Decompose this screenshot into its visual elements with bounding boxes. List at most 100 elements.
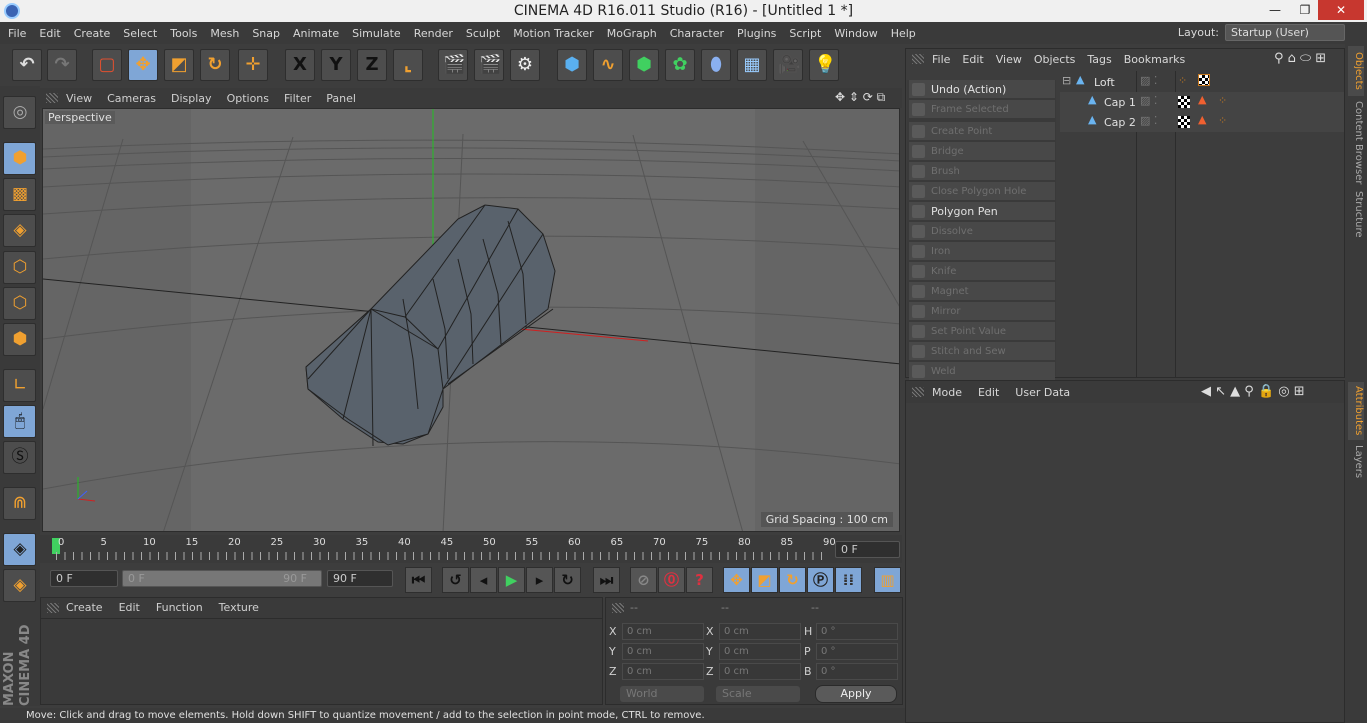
tab-content-browser[interactable]: Content Browser	[1348, 99, 1364, 187]
close-button[interactable]: ✕	[1318, 0, 1364, 20]
tab-objects[interactable]: Objects	[1348, 46, 1364, 96]
menu-animate[interactable]: Animate	[293, 27, 339, 40]
menu-mograph[interactable]: MoGraph	[607, 27, 657, 40]
viewport-menu-panel[interactable]: Panel	[326, 92, 356, 105]
panel-grip[interactable]	[912, 54, 924, 64]
solo-button[interactable]: Ⓢ	[3, 441, 36, 474]
visibility-toggle[interactable]: ▨ ⁚	[1140, 114, 1157, 127]
attr-menu-edit[interactable]: Edit	[978, 386, 999, 399]
record-parameter-button[interactable]: Ⓟ	[807, 567, 834, 593]
coord-value-field[interactable]: 0 cm	[622, 663, 704, 680]
deformer-button[interactable]: ⬮	[701, 49, 731, 81]
recent-tool[interactable]: ✛	[238, 49, 268, 81]
command-magnet[interactable]: Magnet	[909, 282, 1055, 301]
undo-button[interactable]: ↶	[12, 49, 42, 81]
material-menu-edit[interactable]: Edit	[119, 601, 140, 614]
material-tag-icon[interactable]	[1178, 96, 1190, 108]
array-button[interactable]: ✿	[665, 49, 695, 81]
menu-window[interactable]: Window	[834, 27, 877, 40]
go-to-end-button[interactable]: ⏭	[593, 567, 620, 593]
timeline-window-button[interactable]: ▥	[874, 567, 901, 593]
coord-value-field[interactable]: 0 cm	[719, 623, 801, 640]
previous-key-button[interactable]: ↺	[442, 567, 469, 593]
panel-grip[interactable]	[46, 93, 58, 103]
minimize-button[interactable]: —	[1260, 0, 1290, 20]
z-axis-lock[interactable]: Z	[357, 49, 387, 81]
attribute-nav-icons[interactable]: ◀ ↖ ▲ ⚲ 🔒 ◎ ⊞	[1201, 384, 1305, 399]
x-axis-lock[interactable]: X	[285, 49, 315, 81]
restore-button[interactable]: ❐	[1290, 0, 1320, 20]
phong-tag-icon[interactable]: ⁘	[1218, 114, 1227, 127]
planar-workplane-button[interactable]: ◈	[3, 569, 36, 602]
record-rotation-button[interactable]: ↻	[779, 567, 806, 593]
next-frame-button[interactable]: ▸	[526, 567, 553, 593]
panel-grip[interactable]	[47, 603, 59, 613]
object-menu-objects[interactable]: Objects	[1034, 53, 1076, 66]
command-stitch-and-sew[interactable]: Stitch and Sew	[909, 342, 1055, 361]
viewport-menu-display[interactable]: Display	[171, 92, 212, 105]
menu-simulate[interactable]: Simulate	[352, 27, 401, 40]
rotate-tool[interactable]: ↻	[200, 49, 230, 81]
snap-button[interactable]: ⋒	[3, 487, 36, 520]
coord-value-field[interactable]: 0 cm	[719, 663, 801, 680]
render-settings-button[interactable]: ⚙	[510, 49, 540, 81]
coordinate-system-button[interactable]: ⌞	[393, 49, 423, 81]
next-key-button[interactable]: ↻	[554, 567, 581, 593]
viewport-navigation-icons[interactable]: ✥ ⇕ ⟳ ⧉	[835, 90, 885, 105]
light-button[interactable]: 💡	[809, 49, 839, 81]
command-knife[interactable]: Knife	[909, 262, 1055, 281]
camera-button[interactable]: 🎥	[773, 49, 803, 81]
object-manager-icons[interactable]: ⚲ ⌂ ⬭ ⊞	[1274, 51, 1326, 66]
record-position-button[interactable]: ✥	[723, 567, 750, 593]
menu-sculpt[interactable]: Sculpt	[466, 27, 500, 40]
render-view-button[interactable]: 🎬	[438, 49, 468, 81]
command-frame-selected-elements[interactable]: Frame Selected Elements	[909, 100, 1055, 134]
command-bridge[interactable]: Bridge	[909, 142, 1055, 161]
command-brush[interactable]: Brush	[909, 162, 1055, 181]
coord-value-field[interactable]: 0 °	[816, 643, 898, 660]
go-to-start-button[interactable]: ⏮	[405, 567, 432, 593]
live-selection-tool[interactable]: ▢	[92, 49, 122, 81]
coord-value-field[interactable]: 0 cm	[622, 643, 704, 660]
edges-mode-button[interactable]: ⬡	[3, 287, 36, 320]
model-mode-button[interactable]: ⬢	[3, 142, 36, 175]
coord-value-field[interactable]: 0 cm	[719, 643, 801, 660]
viewport-menu-options[interactable]: Options	[227, 92, 269, 105]
selection-tag-icon[interactable]: ▲	[1198, 93, 1206, 106]
tab-attributes[interactable]: Attributes	[1348, 382, 1364, 440]
apply-button[interactable]: Apply	[815, 685, 897, 703]
viewport-menu-view[interactable]: View	[66, 92, 92, 105]
object-menu-bookmarks[interactable]: Bookmarks	[1124, 53, 1185, 66]
menu-character[interactable]: Character	[670, 27, 724, 40]
tweak-mode-button[interactable]: 🖱	[3, 405, 36, 438]
axis-mode-button[interactable]: ∟	[3, 369, 36, 402]
command-iron[interactable]: Iron	[909, 242, 1055, 261]
material-tag-icon[interactable]	[1198, 74, 1210, 86]
menu-plugins[interactable]: Plugins	[737, 27, 776, 40]
menu-snap[interactable]: Snap	[252, 27, 280, 40]
command-create-point[interactable]: Create Point	[909, 122, 1055, 141]
visibility-toggle[interactable]: ▨ ⁚	[1140, 74, 1157, 87]
move-tool[interactable]: ✥	[128, 49, 158, 81]
material-tag-icon[interactable]	[1178, 116, 1190, 128]
command-dissolve[interactable]: Dissolve	[909, 222, 1055, 241]
command-set-point-value[interactable]: Set Point Value	[909, 322, 1055, 341]
frame-range-slider[interactable]: 0 F 90 F	[122, 570, 322, 587]
menu-select[interactable]: Select	[123, 27, 157, 40]
tab-layers[interactable]: Layers	[1348, 443, 1364, 481]
points-mode-button[interactable]: ⬡	[3, 251, 36, 284]
tab-structure[interactable]: Structure	[1348, 190, 1364, 238]
material-menu-function[interactable]: Function	[156, 601, 203, 614]
previous-frame-button[interactable]: ◂	[470, 567, 497, 593]
scale-tool[interactable]: ◩	[164, 49, 194, 81]
spline-pen-button[interactable]: ∿	[593, 49, 623, 81]
menu-tools[interactable]: Tools	[170, 27, 197, 40]
command-mirror[interactable]: Mirror	[909, 302, 1055, 321]
cube-object-button[interactable]: ⬢	[557, 49, 587, 81]
timeline-ruler[interactable]: 0 5 10 15 20 25 30 35 40 45 50 55 60 65 70 75 80 85 90 0 F	[40, 535, 902, 563]
start-frame-field[interactable]: 0 F	[50, 570, 118, 587]
material-menu-texture[interactable]: Texture	[219, 601, 259, 614]
object-menu-file[interactable]: File	[932, 53, 950, 66]
end-frame-field[interactable]: 90 F	[327, 570, 393, 587]
material-menu-create[interactable]: Create	[66, 601, 103, 614]
